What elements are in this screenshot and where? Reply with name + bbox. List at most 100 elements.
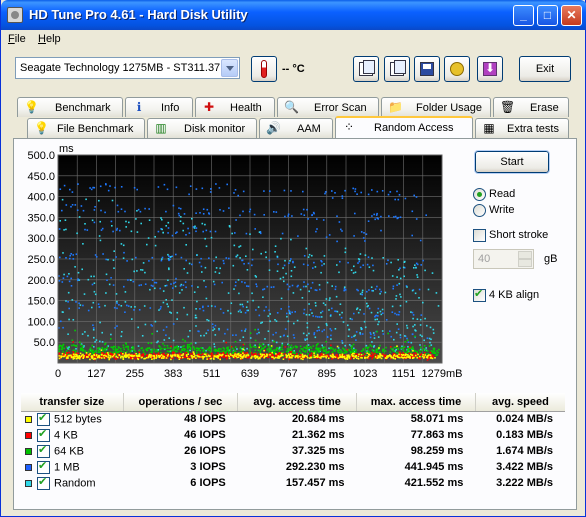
- data-point-512-bytes: [102, 354, 105, 357]
- data-point-1-mb: [256, 285, 258, 288]
- data-point-1-mb: [398, 311, 401, 313]
- data-point-512-bytes: [410, 353, 412, 356]
- data-point-random: [399, 293, 401, 296]
- series-checkbox[interactable]: [37, 443, 50, 458]
- copy-screen-button[interactable]: [384, 56, 410, 82]
- data-point-random: [406, 324, 408, 327]
- col-operations[interactable]: operations / sec: [123, 393, 239, 412]
- copy-text-button[interactable]: [353, 56, 379, 82]
- data-point-random: [423, 339, 425, 342]
- drive-select[interactable]: Seagate Technology 1275MB - ST311.37: [15, 57, 240, 79]
- col-avg-speed[interactable]: avg. speed: [475, 393, 565, 412]
- data-point-64-kb: [393, 350, 395, 352]
- tab-folder-usage[interactable]: 📁 Folder Usage: [381, 97, 491, 117]
- spin-down-icon[interactable]: [518, 259, 532, 267]
- data-point-1-mb: [377, 307, 380, 310]
- series-checkbox[interactable]: [37, 475, 50, 490]
- options-button[interactable]: [444, 56, 470, 82]
- data-point-random: [260, 252, 262, 255]
- tab-info[interactable]: ℹ Info: [125, 97, 193, 117]
- minimize-button[interactable]: _: [513, 5, 534, 26]
- data-point-64-kb: [87, 351, 90, 353]
- tab-disk-monitor[interactable]: ▥ Disk monitor: [147, 118, 257, 138]
- data-point-random: [161, 228, 163, 231]
- data-point-random: [265, 256, 267, 259]
- start-button[interactable]: Start: [474, 150, 550, 174]
- download-button[interactable]: [477, 56, 503, 82]
- data-point-4-kb: [420, 353, 422, 355]
- data-point-random: [166, 303, 168, 305]
- data-point-random: [406, 327, 409, 329]
- menu-help[interactable]: Help: [38, 33, 61, 45]
- tab-random-access[interactable]: ⁘ Random Access: [335, 116, 473, 138]
- data-point-1-mb: [284, 328, 287, 330]
- data-point-64-kb: [156, 349, 158, 351]
- tab-error-scan[interactable]: 🔍 Error Scan: [277, 97, 379, 117]
- data-point-1-mb: [235, 334, 237, 336]
- data-point-1-mb: [289, 310, 291, 313]
- temperature-button[interactable]: [251, 56, 277, 82]
- short-stroke-label[interactable]: Short stroke: [489, 229, 548, 241]
- data-point-random: [78, 216, 81, 218]
- data-point-1-mb: [94, 254, 97, 256]
- data-point-4-kb: [230, 345, 233, 348]
- read-radio[interactable]: [473, 188, 486, 201]
- data-point-1-mb: [353, 312, 355, 315]
- tab-erase[interactable]: 🗑 Erase: [493, 97, 569, 117]
- data-point-1-mb: [244, 281, 246, 284]
- chevron-down-icon[interactable]: [221, 59, 238, 77]
- exit-button[interactable]: Exit: [519, 56, 571, 82]
- read-label[interactable]: Read: [489, 188, 515, 200]
- data-point-512-bytes: [220, 354, 223, 357]
- data-point-512-bytes: [419, 355, 421, 358]
- data-point-1-mb: [415, 218, 418, 220]
- data-point-64-kb: [300, 352, 302, 354]
- data-point-1-mb: [368, 289, 370, 291]
- data-point-512-bytes: [334, 356, 337, 358]
- col-avg-access[interactable]: avg. access time: [237, 393, 358, 412]
- data-point-1-mb: [208, 213, 211, 215]
- data-point-64-kb: [434, 352, 437, 354]
- title-bar[interactable]: HD Tune Pro 4.61 - Hard Disk Utility _ □…: [1, 0, 586, 30]
- tab-benchmark[interactable]: 💡 Benchmark: [17, 97, 123, 117]
- write-label[interactable]: Write: [489, 204, 514, 216]
- data-point-1-mb: [251, 258, 254, 261]
- save-button[interactable]: [414, 56, 440, 82]
- maximize-button[interactable]: □: [537, 5, 558, 26]
- tab-aam[interactable]: 🔊 AAM: [259, 118, 333, 138]
- series-checkbox[interactable]: [37, 427, 50, 442]
- tab-file-benchmark[interactable]: 💡 File Benchmark: [27, 118, 145, 138]
- write-radio[interactable]: [473, 204, 486, 217]
- data-point-random: [183, 268, 185, 270]
- menu-file[interactable]: File: [8, 33, 26, 45]
- short-stroke-stepper[interactable]: 40: [473, 249, 534, 269]
- col-transfer-size[interactable]: transfer size: [21, 393, 124, 412]
- data-point-512-bytes: [206, 358, 208, 360]
- align-label[interactable]: 4 KB align: [489, 289, 539, 301]
- align-checkbox[interactable]: [473, 287, 486, 302]
- data-point-1-mb: [369, 336, 372, 339]
- data-point-64-kb: [330, 347, 333, 349]
- col-max-access[interactable]: max. access time: [356, 393, 476, 412]
- data-point-random: [230, 302, 233, 304]
- series-checkbox[interactable]: [37, 459, 50, 474]
- data-point-1-mb: [326, 335, 329, 338]
- series-checkbox[interactable]: [37, 411, 50, 426]
- tab-health[interactable]: ✚ Health: [195, 97, 275, 117]
- spin-up-icon[interactable]: [518, 251, 532, 259]
- data-point-1-mb: [154, 281, 156, 284]
- data-point-512-bytes: [271, 351, 273, 354]
- data-point-1-mb: [120, 186, 123, 188]
- data-point-1-mb: [367, 193, 370, 196]
- tab-extra-tests[interactable]: ▦ Extra tests: [475, 118, 569, 138]
- data-point-512-bytes: [263, 349, 265, 352]
- data-point-512-bytes: [357, 358, 360, 360]
- data-point-random: [264, 338, 266, 340]
- data-point-64-kb: [175, 346, 178, 348]
- close-button[interactable]: ✕: [561, 5, 582, 26]
- data-point-1-mb: [82, 304, 84, 307]
- short-stroke-checkbox[interactable]: [473, 229, 486, 242]
- data-point-1-mb: [139, 210, 142, 213]
- data-point-512-bytes: [377, 356, 380, 359]
- data-point-1-mb: [124, 210, 126, 213]
